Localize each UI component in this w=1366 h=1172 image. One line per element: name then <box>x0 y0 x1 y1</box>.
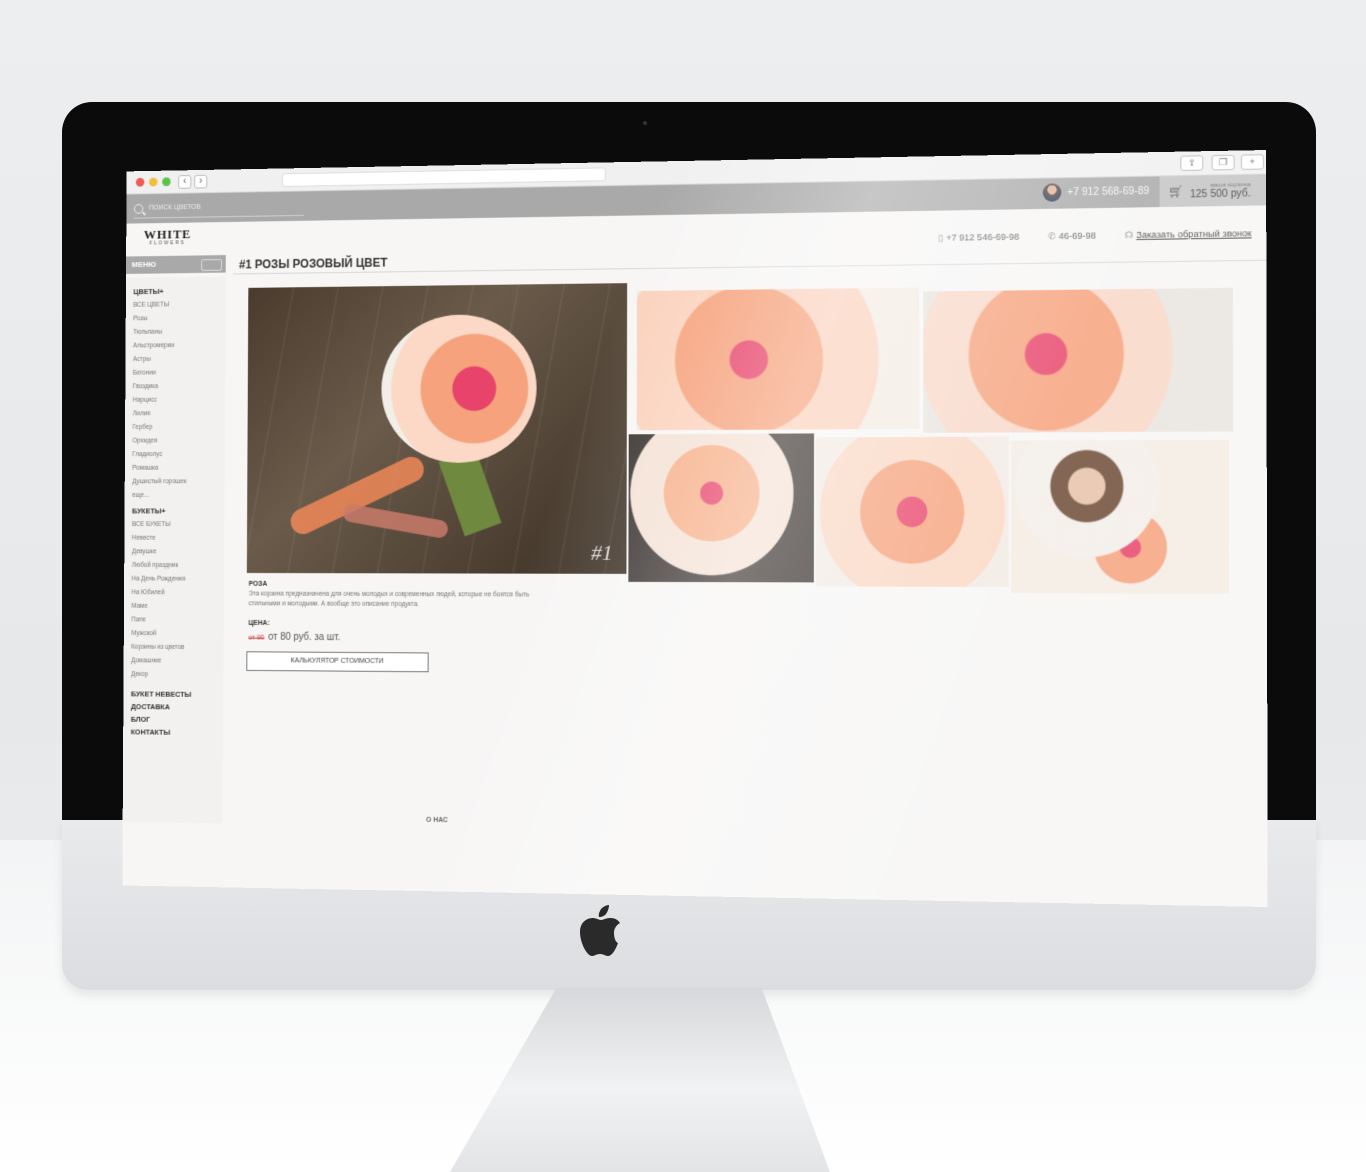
sidebar-item[interactable]: Декор <box>131 668 224 682</box>
sidebar-item[interactable]: Домашние <box>131 654 224 668</box>
sidebar-item[interactable]: Любой праздник <box>132 559 224 573</box>
sidebar-link-blog[interactable]: БЛОГ <box>131 715 224 725</box>
close-dot-icon[interactable] <box>135 177 145 187</box>
cart-total: 125 500 руб. <box>1190 187 1251 200</box>
sidebar-link-bride[interactable]: БУКЕТ НЕВЕСТЫ <box>131 690 224 700</box>
landline-phone[interactable]: ✆ 46-69-98 <box>1048 230 1096 242</box>
sidebar-item[interactable]: Девушке <box>132 545 224 559</box>
screen: ‹ › ⇪ ❐ + ПОИСК ЦВЕТОВ +7 912 568-69-89 … <box>122 150 1268 908</box>
photo-number: #1 <box>590 539 613 565</box>
thumbnail-photo[interactable] <box>636 287 920 431</box>
sidebar-item[interactable]: Нарцисс <box>133 393 225 407</box>
search-icon <box>133 203 144 214</box>
main-product-photo[interactable]: #1 <box>246 283 628 574</box>
landline-phone-text: 46-69-98 <box>1058 230 1096 242</box>
thumbnail-photo[interactable] <box>923 287 1234 433</box>
sidebar-item[interactable]: На День Рождения <box>132 573 224 587</box>
mobile-phone[interactable]: ▯ +7 912 546-69-98 <box>938 232 1019 244</box>
sidebar-item[interactable]: Розы <box>133 312 225 327</box>
current-price: от 80 руб. за шт. <box>268 631 341 644</box>
price-label: ЦЕНА: <box>248 619 270 627</box>
price-row: от 90 от 80 руб. за шт. <box>248 632 340 643</box>
product-name: РОЗА <box>248 580 268 588</box>
minimize-dot-icon[interactable] <box>149 177 158 187</box>
forward-arrow-icon[interactable]: › <box>194 174 208 189</box>
cart-button[interactable]: 🛒︎ ваша корзина 125 500 руб. <box>1159 174 1267 208</box>
thumbnail-photo[interactable] <box>628 433 815 583</box>
site-logo[interactable]: WHITE FLOWERS <box>137 226 197 246</box>
sidebar-item[interactable]: Альстромерии <box>133 339 225 353</box>
sidebar-item[interactable]: Гладиолус <box>132 448 224 462</box>
sidebar-item[interactable]: Гербер <box>133 421 225 435</box>
product-description: РОЗА Эта корзина предназначена для очень… <box>249 581 538 611</box>
thumbnail-photo[interactable] <box>1011 439 1230 594</box>
sidebar-category-flowers[interactable]: ЦВЕТЫ+ <box>133 286 225 296</box>
sidebar-item[interactable]: Папе <box>131 614 223 628</box>
about-link[interactable]: О НАС <box>426 817 448 824</box>
bouquet-shape <box>381 313 537 464</box>
sidebar-item[interactable]: Орхидея <box>132 434 224 448</box>
old-price: от 90 <box>248 634 265 642</box>
sidebar-item[interactable]: Тюльпаны <box>133 325 225 340</box>
new-tab-icon[interactable]: + <box>1240 154 1265 170</box>
sidebar-item[interactable]: Мужской <box>131 627 223 641</box>
sidebar-link-delivery[interactable]: ДОСТАВКА <box>131 702 224 712</box>
user-phone-text: +7 912 568-69-89 <box>1067 185 1150 198</box>
product-text: Эта корзина предназначена для очень моло… <box>248 590 530 608</box>
sidebar-item[interactable]: Корзины из цветов <box>131 641 224 655</box>
flowers-list: ВСЕ ЦВЕТЫ Розы Тюльпаны Альстромерии Аст… <box>132 298 225 503</box>
sidebar-item[interactable]: Лилия <box>133 407 225 421</box>
calculator-button[interactable]: КАЛЬКУЛЯТОР СТОИМОСТИ <box>246 651 429 673</box>
search-input[interactable]: ПОИСК ЦВЕТОВ <box>133 196 304 219</box>
apple-logo-icon <box>580 905 620 956</box>
address-bar[interactable] <box>282 167 606 187</box>
search-placeholder: ПОИСК ЦВЕТОВ <box>148 203 201 212</box>
sidebar-item[interactable]: Гвоздика <box>133 380 225 394</box>
sidebar-item[interactable]: Душистый горошек <box>132 475 224 489</box>
sidebar-item[interactable]: ВСЕ БУКЕТЫ <box>132 518 224 532</box>
phone-icon: ✆ <box>1047 231 1056 242</box>
user-phone[interactable]: +7 912 568-69-89 <box>1042 182 1150 202</box>
sidebar-item[interactable]: Маме <box>131 600 223 614</box>
back-arrow-icon[interactable]: ‹ <box>178 174 192 189</box>
maximize-dot-icon[interactable] <box>162 177 171 187</box>
sidebar-item[interactable]: Бегонии <box>133 366 225 380</box>
share-icon[interactable]: ⇪ <box>1180 155 1204 172</box>
sidebar-link-contacts[interactable]: КОНТАКТЫ <box>131 728 224 738</box>
callback-text: Заказать обратный звонок <box>1136 228 1252 241</box>
mobile-phone-text: +7 912 546-69-98 <box>946 231 1020 243</box>
camera-icon <box>643 121 647 125</box>
avatar[interactable] <box>1042 183 1062 202</box>
sidebar: ЦВЕТЫ+ ВСЕ ЦВЕТЫ Розы Тюльпаны Альстроме… <box>122 276 226 824</box>
sidebar-item[interactable]: Невесте <box>132 532 224 546</box>
tabs-icon[interactable]: ❐ <box>1211 154 1235 171</box>
sidebar-category-bouquets[interactable]: БУКЕТЫ+ <box>132 507 224 516</box>
headset-icon: ☊ <box>1124 229 1134 241</box>
sidebar-item[interactable]: Ромашка <box>132 462 224 476</box>
cart-icon: 🛒︎ <box>1167 184 1184 199</box>
sidebar-item[interactable]: На Юбилей <box>132 586 224 600</box>
thumbnail-photo[interactable] <box>815 436 1010 588</box>
callback-link[interactable]: ☊ Заказать обратный звонок <box>1125 228 1252 241</box>
menu-toggle-icon[interactable] <box>201 259 222 271</box>
bouquets-list: ВСЕ БУКЕТЫ Невесте Девушке Любой праздни… <box>131 518 224 682</box>
sidebar-item[interactable]: ВСЕ ЦВЕТЫ <box>133 298 225 313</box>
sidebar-item[interactable]: Астры <box>133 352 225 366</box>
sidebar-item[interactable]: еще... <box>132 489 224 503</box>
mobile-icon: ▯ <box>938 232 944 243</box>
